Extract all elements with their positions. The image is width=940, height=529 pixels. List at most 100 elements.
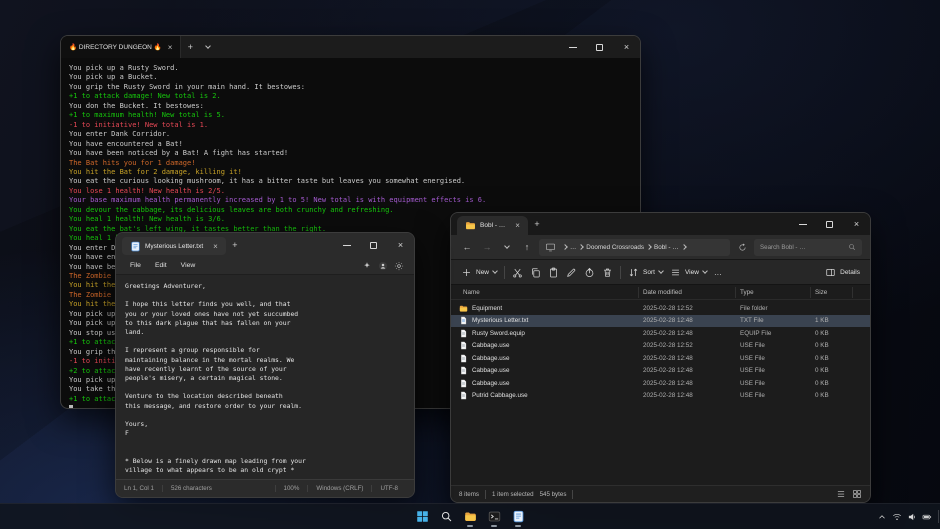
column-headers: Name Date modified Type Size bbox=[451, 285, 870, 300]
volume-icon[interactable] bbox=[907, 512, 917, 522]
file-type: TXT File bbox=[736, 317, 811, 324]
window-controls: × bbox=[559, 36, 640, 58]
file-row[interactable]: Cabbage.use2025-02-28 12:48USE File0 KB bbox=[451, 365, 870, 378]
file-explorer-window: Bobl - … × + × ← → ↑ … Doomed Crossroads B… bbox=[450, 212, 871, 503]
file-date-modified: 2025-02-28 12:48 bbox=[639, 355, 736, 362]
notepad-window: Mysterious Letter.txt × + × File Edit Vi… bbox=[115, 232, 415, 498]
cut-icon[interactable] bbox=[512, 267, 523, 278]
details-view-toggle-icon[interactable] bbox=[836, 489, 846, 499]
notepad-tab[interactable]: Mysterious Letter.txt × bbox=[122, 237, 226, 255]
taskbar-icon-start[interactable] bbox=[412, 507, 432, 527]
new-tab-button[interactable]: + bbox=[226, 233, 244, 257]
details-pane-button[interactable]: Details bbox=[825, 267, 860, 278]
minimize-button[interactable] bbox=[559, 36, 586, 58]
minimize-button[interactable] bbox=[333, 233, 360, 257]
terminal-line: You have encountered a Bat! bbox=[69, 140, 632, 149]
new-button[interactable]: New bbox=[461, 267, 497, 278]
file-row[interactable]: Putrid Cabbage.use2025-02-28 12:48USE Fi… bbox=[451, 390, 870, 403]
maximize-button[interactable] bbox=[360, 233, 387, 257]
file-date-modified: 2025-02-28 12:48 bbox=[639, 392, 736, 399]
copilot-icon[interactable] bbox=[360, 259, 374, 273]
tab-close-icon[interactable]: × bbox=[213, 242, 218, 251]
file-row[interactable]: Mysterious Letter.txt2025-02-28 12:48TXT… bbox=[451, 315, 870, 328]
wifi-icon[interactable] bbox=[892, 512, 902, 522]
line-ending[interactable]: Windows (CRLF) bbox=[307, 485, 371, 492]
back-button[interactable]: ← bbox=[459, 239, 475, 255]
terminal-line: Your base maximum health permanently inc… bbox=[69, 196, 632, 205]
tab-close-icon[interactable]: × bbox=[515, 221, 520, 230]
explorer-tab[interactable]: Bobl - … × bbox=[457, 216, 528, 235]
close-button[interactable]: × bbox=[843, 213, 870, 235]
up-button[interactable]: ↑ bbox=[519, 239, 535, 255]
file-size: 0 KB bbox=[811, 355, 853, 362]
minimize-button[interactable] bbox=[789, 213, 816, 235]
menu-file[interactable]: File bbox=[124, 260, 147, 271]
tab-close-icon[interactable]: × bbox=[168, 43, 173, 52]
breadcrumb[interactable]: … Doomed Crossroads Bobl - … bbox=[539, 239, 730, 256]
account-avatar[interactable] bbox=[376, 259, 390, 273]
sort-button[interactable]: Sort bbox=[628, 267, 663, 278]
maximize-button[interactable] bbox=[816, 213, 843, 235]
notepad-editor[interactable]: Greetings Adventurer, I hope this letter… bbox=[116, 275, 414, 481]
breadcrumb-item[interactable]: … bbox=[570, 244, 576, 251]
tab-list-chevron-icon[interactable] bbox=[199, 36, 217, 58]
paste-icon[interactable] bbox=[548, 267, 559, 278]
menu-edit[interactable]: Edit bbox=[149, 260, 173, 271]
taskbar-icon-search[interactable] bbox=[436, 507, 456, 527]
menu-view[interactable]: View bbox=[175, 260, 202, 271]
desktop: 🔥 DIRECTORY DUNGEON 🔥 × + × You pick up … bbox=[0, 0, 940, 529]
breadcrumb-item[interactable]: Bobl - … bbox=[654, 244, 679, 251]
taskbar-icon-file-explorer[interactable] bbox=[460, 507, 480, 527]
battery-icon[interactable] bbox=[922, 512, 932, 522]
notepad-icon bbox=[130, 241, 141, 252]
settings-gear-icon[interactable] bbox=[392, 259, 406, 273]
column-header-date[interactable]: Date modified bbox=[639, 287, 736, 298]
close-button[interactable]: × bbox=[387, 233, 414, 257]
file-date-modified: 2025-02-28 12:52 bbox=[639, 342, 736, 349]
share-icon[interactable] bbox=[584, 267, 595, 278]
forward-button[interactable]: → bbox=[479, 239, 495, 255]
terminal-tab[interactable]: 🔥 DIRECTORY DUNGEON 🔥 × bbox=[61, 36, 181, 58]
file-row[interactable]: Cabbage.use2025-02-28 12:48USE File0 KB bbox=[451, 377, 870, 390]
file-row[interactable]: Cabbage.use2025-02-28 12:52USE File0 KB bbox=[451, 340, 870, 353]
column-header-type[interactable]: Type bbox=[736, 287, 811, 298]
encoding[interactable]: UTF-8 bbox=[371, 485, 406, 492]
file-row[interactable]: Rusty Sword.equip2025-02-28 12:48EQUIP F… bbox=[451, 327, 870, 340]
breadcrumb-item[interactable]: Doomed Crossroads bbox=[586, 244, 644, 251]
taskbar-icon-terminal[interactable] bbox=[484, 507, 504, 527]
taskbar bbox=[0, 503, 940, 529]
file-name: Cabbage.use bbox=[472, 342, 639, 349]
file-row[interactable]: Cabbage.use2025-02-28 12:48USE File0 KB bbox=[451, 352, 870, 365]
recent-locations-chevron-icon[interactable] bbox=[499, 239, 515, 255]
taskbar-icon-notepad[interactable] bbox=[508, 507, 528, 527]
new-tab-button[interactable]: + bbox=[528, 213, 546, 235]
search-input[interactable]: Search Bobl - … bbox=[754, 239, 862, 256]
close-button[interactable]: × bbox=[613, 36, 640, 58]
refresh-button[interactable] bbox=[734, 239, 750, 255]
column-header-name[interactable]: Name bbox=[459, 287, 639, 298]
maximize-button[interactable] bbox=[586, 36, 613, 58]
view-button-label: View bbox=[685, 269, 699, 276]
breadcrumb-chevron-icon bbox=[562, 244, 568, 250]
file-type: USE File bbox=[736, 367, 811, 374]
file-icon bbox=[459, 329, 472, 338]
file-size: 0 KB bbox=[811, 392, 853, 399]
column-header-size[interactable]: Size bbox=[811, 287, 853, 298]
more-options-button[interactable]: … bbox=[714, 268, 722, 277]
selection-size: 545 bytes bbox=[540, 491, 567, 498]
copy-icon[interactable] bbox=[530, 267, 541, 278]
delete-icon[interactable] bbox=[602, 267, 613, 278]
file-row[interactable]: Equipment2025-02-28 12:52File folder bbox=[451, 302, 870, 315]
chevron-up-icon[interactable] bbox=[877, 512, 887, 522]
terminal-line: +1 to attack damage! New total is 2. bbox=[69, 92, 632, 101]
new-tab-button[interactable]: + bbox=[181, 36, 199, 58]
search-icon bbox=[848, 243, 856, 251]
breadcrumb-chevron-icon bbox=[681, 244, 687, 250]
large-icons-view-toggle-icon[interactable] bbox=[852, 489, 862, 499]
file-icon bbox=[459, 379, 472, 388]
explorer-command-bar: New Sort View … bbox=[451, 260, 870, 285]
rename-icon[interactable] bbox=[566, 267, 577, 278]
terminal-line: You have been noticed by a Bat! A fight … bbox=[69, 149, 632, 158]
zoom-level[interactable]: 100% bbox=[275, 485, 308, 492]
view-button[interactable]: View bbox=[670, 267, 707, 278]
